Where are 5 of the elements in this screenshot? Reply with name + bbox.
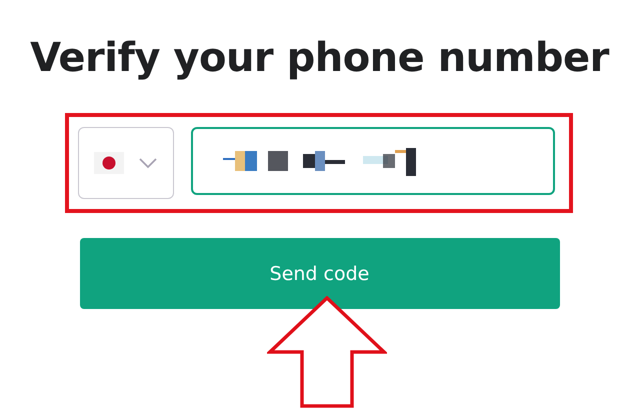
flag-icon (94, 152, 124, 174)
phone-field[interactable] (191, 127, 555, 195)
chevron-down-icon (138, 157, 158, 169)
page-title: Verify your phone number (30, 34, 609, 83)
send-code-button[interactable]: Send code (80, 238, 560, 309)
